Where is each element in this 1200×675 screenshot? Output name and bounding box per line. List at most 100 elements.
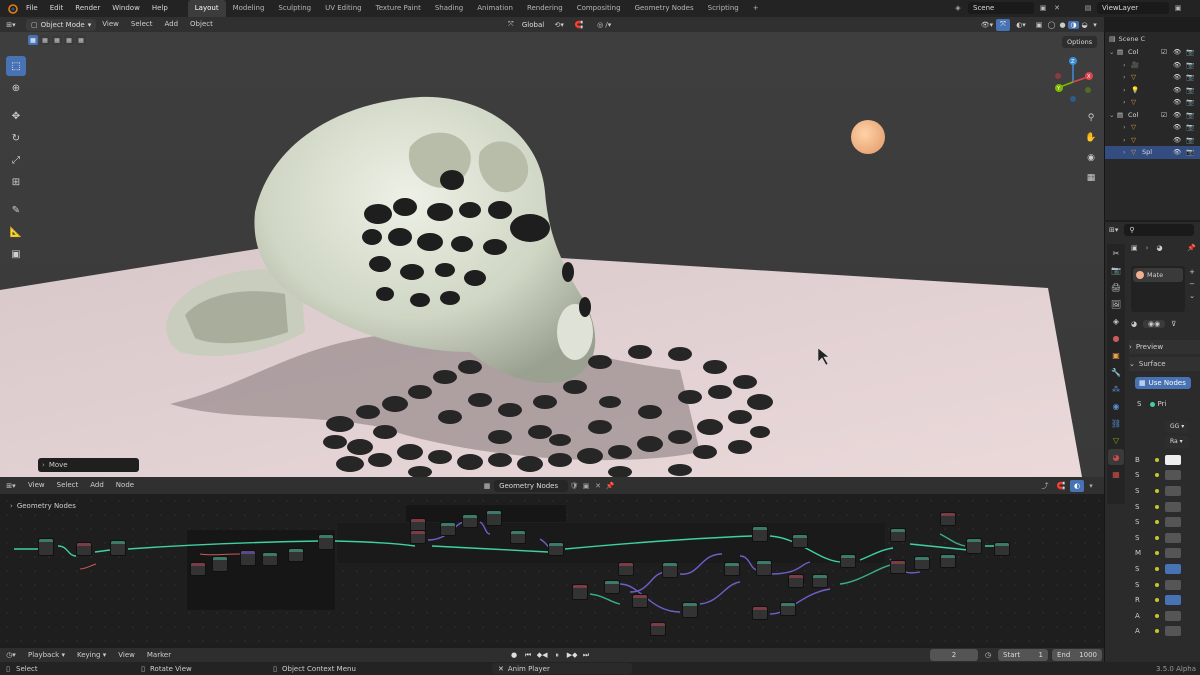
property-value-swatch[interactable]	[1165, 485, 1181, 496]
node-editor-type-icon[interactable]: ⊞▾	[0, 482, 22, 490]
graph-node[interactable]	[682, 602, 698, 618]
grid-view-icon[interactable]: ▦	[1084, 168, 1098, 188]
wireframe-shading-icon[interactable]: ◯	[1046, 21, 1057, 29]
eye-icon[interactable]: 👁	[1173, 148, 1181, 156]
visibility-icon[interactable]: 👁▾	[978, 21, 996, 29]
graph-node[interactable]	[940, 512, 956, 526]
graph-node[interactable]	[262, 552, 278, 566]
graph-node[interactable]	[618, 562, 634, 576]
property-row[interactable]: A	[1135, 624, 1195, 640]
eye-icon[interactable]: 👁	[1173, 61, 1181, 69]
property-value-swatch[interactable]	[1165, 532, 1181, 543]
graph-node[interactable]	[632, 594, 648, 608]
property-value-swatch[interactable]	[1165, 548, 1181, 559]
object-tab-icon[interactable]: ▣	[1108, 347, 1124, 363]
subsurface-dropdown[interactable]: Ra ▾	[1165, 436, 1190, 448]
slot-specials-icon[interactable]: ⌄	[1187, 290, 1197, 302]
property-value-swatch[interactable]	[1165, 517, 1181, 528]
scene-icon[interactable]: ◈	[952, 4, 964, 12]
property-row[interactable]: M	[1135, 546, 1195, 562]
xray-icon[interactable]: ▣	[1032, 21, 1046, 29]
render-camera-icon[interactable]: 📷	[1186, 73, 1194, 81]
tab-modeling[interactable]: Modeling	[226, 0, 272, 17]
outliner-panel[interactable]: ▤ Scene C ⌄ ▤ Col ☑ 👁 📷 › 🎥 👁 📷 › ▽ 👁 📷 › 💡 👁 📷 › ▽ 👁 📷 ⌄ ▤ Col ☑…	[1104, 32, 1200, 220]
constraints-tab-icon[interactable]: ⛓	[1108, 415, 1124, 431]
render-camera-icon[interactable]: 📷	[1186, 111, 1194, 119]
surface-section[interactable]: ⌄ Surface	[1129, 357, 1200, 371]
graph-node[interactable]	[486, 510, 502, 526]
shading-options-icon[interactable]: ▾	[1090, 21, 1100, 29]
view-layer-icon[interactable]: ▤	[1083, 4, 1093, 12]
graph-node[interactable]	[440, 522, 456, 536]
expand-arrow-icon[interactable]: ›	[1123, 123, 1126, 131]
select-subtract-icon[interactable]: ▦	[52, 35, 62, 45]
texture-tab-icon[interactable]: ▦	[1108, 466, 1124, 482]
render-tab-icon[interactable]: 📷	[1108, 262, 1124, 278]
navigation-gizmo[interactable]: Z X Y	[1048, 54, 1098, 106]
material-link-icon[interactable]: ⊽	[1171, 320, 1176, 328]
checkbox-icon[interactable]: ☑	[1161, 48, 1167, 56]
eye-icon[interactable]: 👁	[1173, 48, 1181, 56]
node-tree-icon[interactable]: ▦	[480, 482, 494, 490]
tab-compositing[interactable]: Compositing	[570, 0, 628, 17]
property-row[interactable]: A	[1135, 608, 1195, 624]
rotate-tool-icon[interactable]: ↻	[6, 128, 26, 148]
material-shading-icon[interactable]: ◑	[1068, 20, 1079, 29]
graph-node[interactable]	[650, 622, 666, 636]
pan-hand-icon[interactable]: ✋	[1084, 128, 1098, 148]
graph-node[interactable]	[890, 560, 906, 574]
scale-tool-icon[interactable]: ⤢	[6, 150, 26, 170]
menu-edit[interactable]: Edit	[44, 0, 70, 17]
graph-node[interactable]	[756, 560, 772, 576]
close-icon[interactable]: ✕	[498, 665, 504, 673]
measure-tool-icon[interactable]: 📐	[6, 222, 26, 242]
node-tree-name-field[interactable]: Geometry Nodes	[494, 479, 569, 492]
start-frame-field[interactable]: Start 1	[998, 649, 1048, 661]
unlink-tree-icon[interactable]: ✕	[592, 482, 604, 490]
graph-node[interactable]	[914, 556, 930, 570]
graph-node[interactable]	[840, 554, 856, 568]
select-invert-icon[interactable]: ▦	[64, 35, 74, 45]
property-value-swatch[interactable]	[1165, 563, 1181, 574]
blender-logo-icon[interactable]	[4, 3, 20, 14]
expand-arrow-icon[interactable]: ›	[1123, 148, 1126, 156]
graph-node[interactable]	[792, 534, 808, 548]
data-tab-icon[interactable]: ▽	[1108, 432, 1124, 448]
property-value-swatch[interactable]	[1165, 595, 1181, 606]
transform-tool-icon[interactable]: ⊞	[6, 172, 26, 192]
tab-sculpting[interactable]: Sculpting	[271, 0, 318, 17]
tab-animation[interactable]: Animation	[470, 0, 520, 17]
rendered-shading-icon[interactable]: ◒	[1079, 21, 1090, 29]
add-cube-tool-icon[interactable]: ▣	[6, 244, 26, 264]
clock-icon[interactable]: ◷	[982, 651, 994, 659]
select-intersect-icon[interactable]: ▦	[76, 35, 86, 45]
node-menu-add[interactable]: Add	[84, 478, 110, 493]
graph-node[interactable]	[966, 538, 982, 554]
node-overlay-dropdown-icon[interactable]: ▾	[1084, 482, 1098, 490]
node-editor-canvas[interactable]: › Geometry Nodes	[0, 494, 1104, 645]
graph-node[interactable]	[410, 530, 426, 544]
outliner-row[interactable]: › ▽ 👁 📷	[1105, 134, 1200, 147]
material-toggle-icon[interactable]: ◉◉	[1143, 320, 1166, 328]
graph-node[interactable]	[890, 528, 906, 542]
timeline-menu-view[interactable]: View	[112, 648, 141, 662]
3d-viewport[interactable]: Z X Y ⚲ ✋ ◉ ▦ › Move	[0, 32, 1104, 477]
node-menu-view[interactable]: View	[22, 478, 51, 493]
distribution-dropdown[interactable]: GG ▾	[1165, 421, 1190, 433]
property-value-swatch[interactable]	[1165, 626, 1181, 637]
graph-node[interactable]	[38, 538, 54, 556]
snap-icon[interactable]: 🧲	[569, 21, 589, 29]
expand-arrow-icon[interactable]: ›	[1123, 136, 1126, 144]
solid-shading-icon[interactable]: ●	[1057, 21, 1068, 29]
view-layer-tab-icon[interactable]: 🖼	[1108, 296, 1124, 312]
pin-icon[interactable]: 📌	[1187, 244, 1196, 252]
graph-node[interactable]	[572, 584, 588, 600]
menu-render[interactable]: Render	[69, 0, 106, 17]
graph-node[interactable]	[190, 562, 206, 576]
eye-icon[interactable]: 👁	[1173, 86, 1181, 94]
world-tab-icon[interactable]: ●	[1108, 330, 1124, 346]
checkbox-icon[interactable]: ☑	[1161, 111, 1167, 119]
delete-scene-icon[interactable]: ✕	[1052, 4, 1062, 12]
expand-arrow-icon[interactable]: ›	[1123, 73, 1126, 81]
mode-selector[interactable]: ▢ Object Mode ▾	[26, 18, 97, 31]
